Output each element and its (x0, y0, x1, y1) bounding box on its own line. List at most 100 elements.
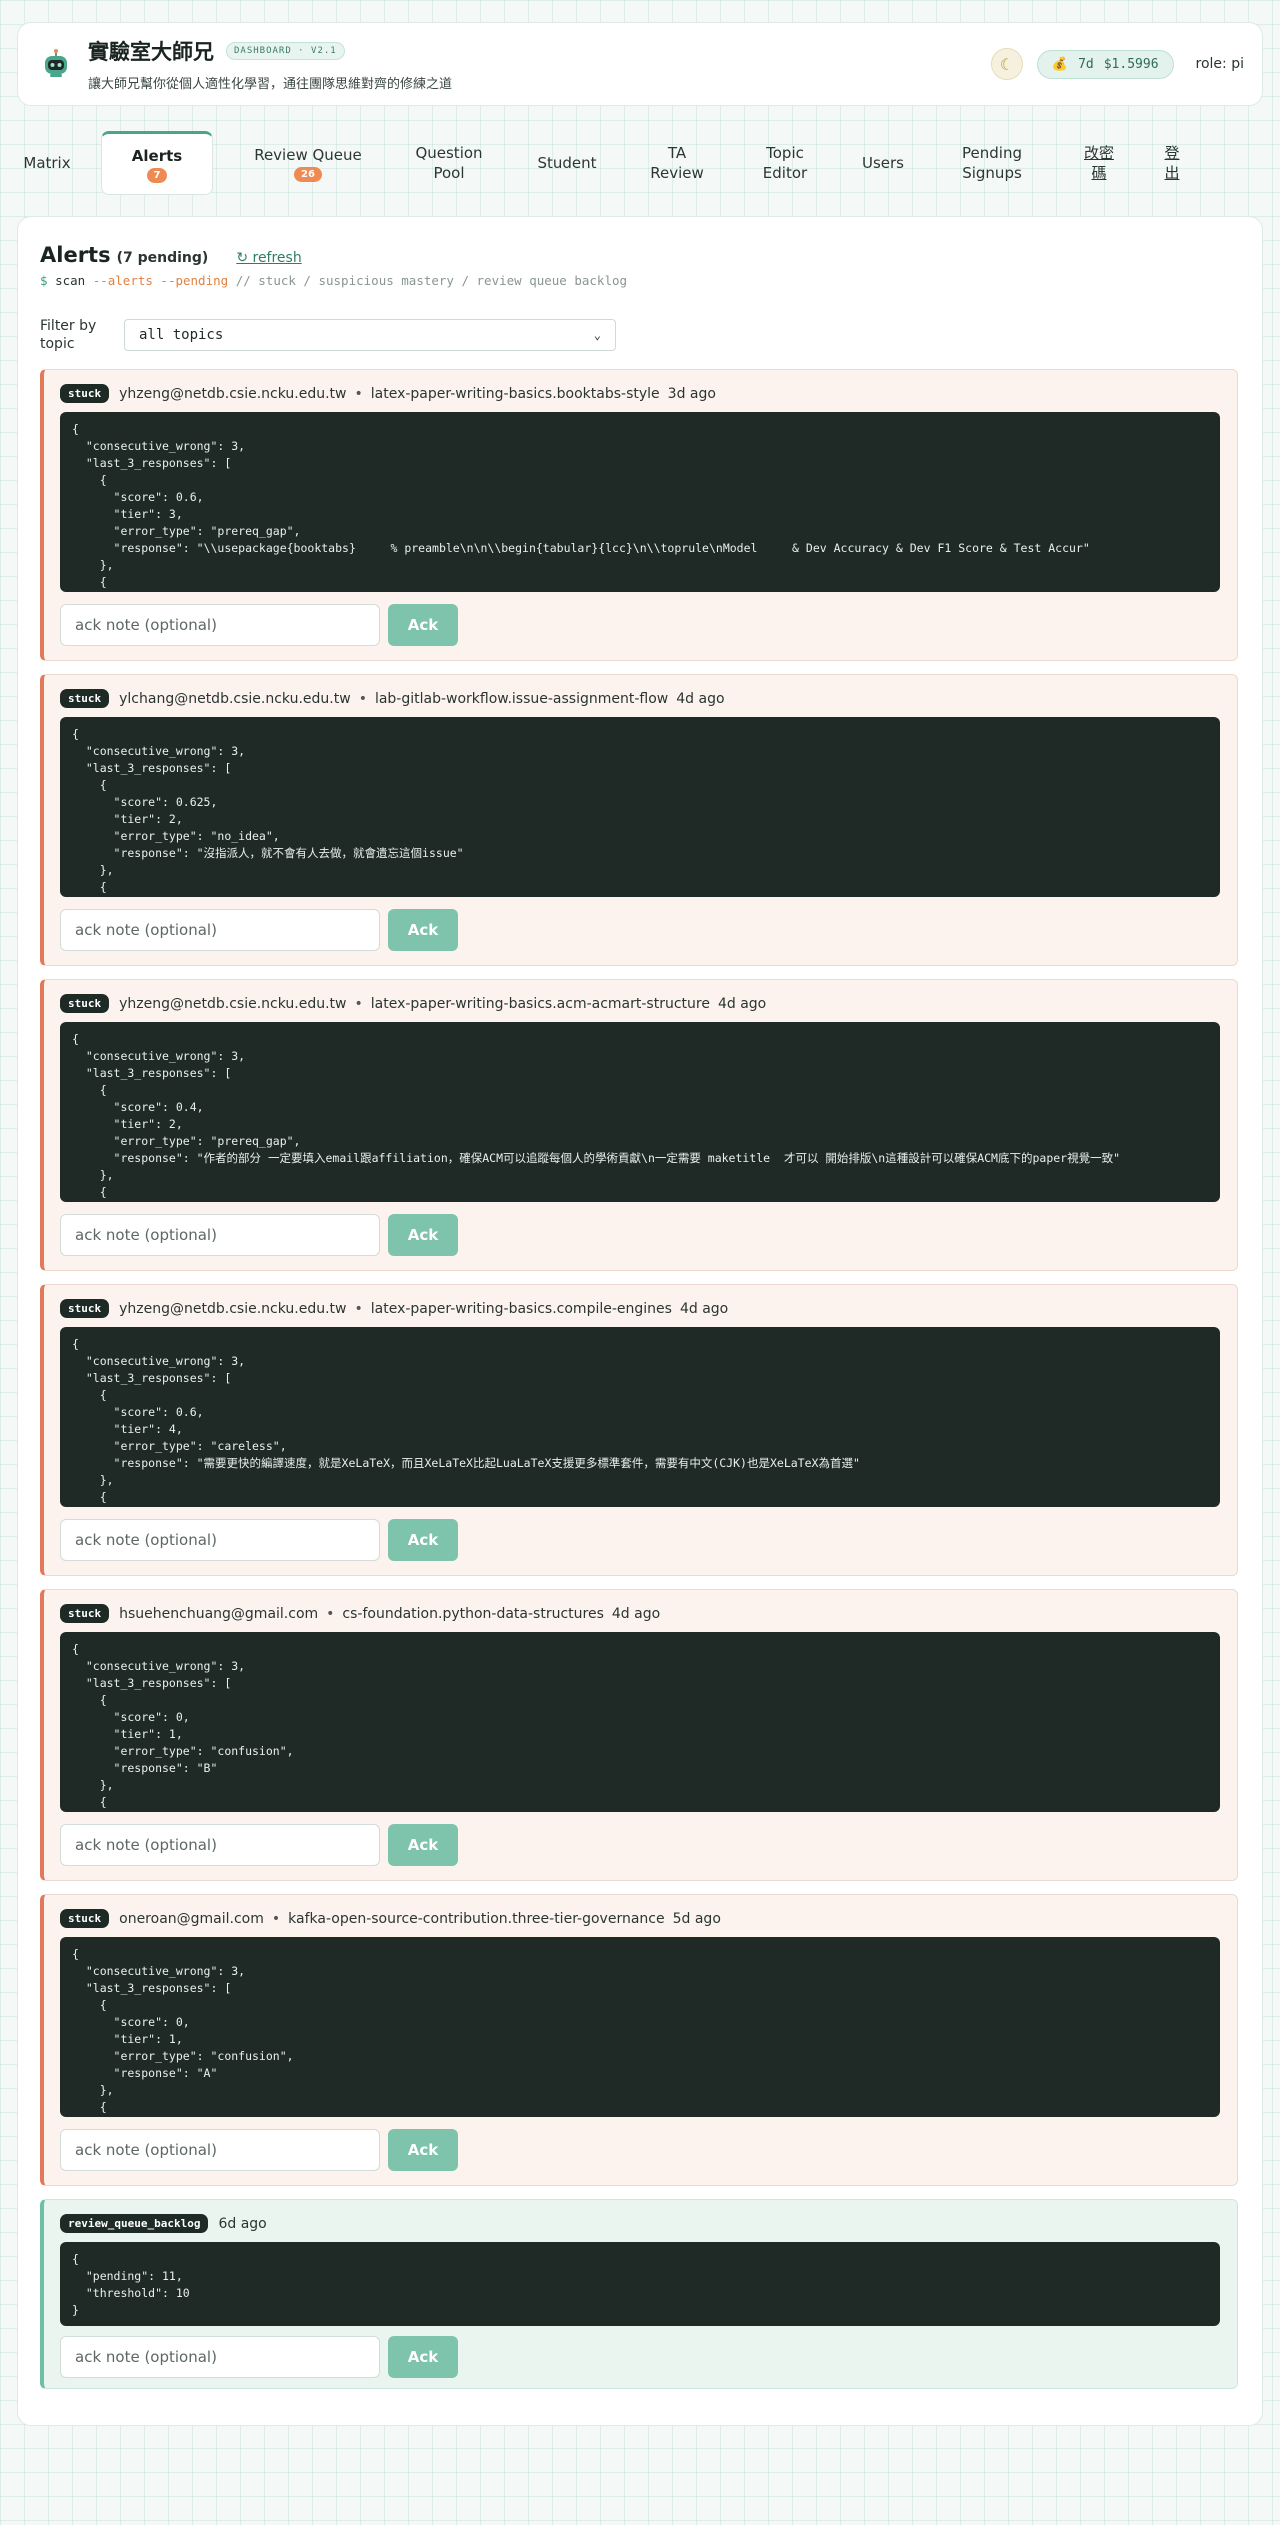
logout-link[interactable]: 登 出 (1157, 143, 1187, 183)
money-bag-icon: 💰 (1051, 56, 1069, 72)
alert-topic: latex-paper-writing-basics.booktabs-styl… (370, 385, 660, 402)
refresh-link[interactable]: ↻ refresh (236, 250, 301, 266)
alert-payload-code[interactable]: { "consecutive_wrong": 3, "last_3_respon… (60, 412, 1220, 592)
alert-time: 3d ago (667, 385, 716, 402)
alert-type-tag: stuck (60, 689, 110, 708)
alert-card: stuck ylchang@netdb.csie.ncku.edu.tw • lab-… (40, 674, 1238, 966)
ack-button[interactable]: Ack (388, 604, 458, 646)
tab-matrix[interactable]: Matrix (17, 153, 77, 173)
alerts-panel: Alerts (7 pending) ↻ refresh $ scan --al… (17, 216, 1263, 2426)
alert-user: yhzeng@netdb.csie.ncku.edu.tw (119, 995, 347, 1012)
command-line: $ scan --alerts --pending // stuck / sus… (40, 273, 628, 288)
ack-button[interactable]: Ack (388, 909, 458, 951)
budget-pill: 💰 7d $1.5996 (1036, 49, 1174, 79)
alert-topic: kafka-open-source-contribution.three-tie… (288, 1910, 665, 1927)
ack-note-input[interactable] (60, 2129, 380, 2171)
separator-dot: • (326, 1605, 335, 1622)
alert-time: 6d ago (218, 2215, 267, 2232)
separator-dot: • (358, 690, 367, 707)
version-badge: DASHBOARD · V2.1 (226, 42, 345, 60)
page-title: Alerts (40, 243, 111, 267)
tab-student[interactable]: Student (517, 153, 617, 173)
alert-meta: stuck ylchang@netdb.csie.ncku.edu.tw • lab-… (60, 689, 725, 708)
separator-dot: • (354, 995, 363, 1012)
ack-note-input[interactable] (60, 1519, 380, 1561)
change-password-link[interactable]: 改密 碼 (1079, 143, 1119, 183)
app-header: 實驗室大師兄 DASHBOARD · V2.1 讓大師兄幫你從個人適性化學習，通… (17, 22, 1263, 106)
alert-card: stuck hsuehenchuang@gmail.com • cs-foundati… (40, 1589, 1238, 1881)
robot-logo-icon (45, 49, 67, 77)
alert-topic: lab-gitlab-workflow.issue-assignment-flo… (374, 690, 669, 707)
alert-payload-code[interactable]: { "consecutive_wrong": 3, "last_3_respon… (60, 1937, 1220, 2117)
alert-type-tag: stuck (60, 384, 110, 403)
alert-card: stuck yhzeng@netdb.csie.ncku.edu.tw • latex… (40, 1284, 1238, 1576)
ack-button[interactable]: Ack (388, 1824, 458, 1866)
topic-filter-value: all topics (139, 327, 224, 343)
ack-note-input[interactable] (60, 1214, 380, 1256)
budget-period: 7d (1078, 56, 1094, 72)
alert-time: 4d ago (679, 1300, 729, 1317)
chevron-down-icon: ⌄ (593, 328, 601, 342)
alert-type-tag: stuck (60, 1604, 110, 1623)
ack-button[interactable]: Ack (388, 2336, 458, 2378)
alert-card: stuck yhzeng@netdb.csie.ncku.edu.tw • latex… (40, 369, 1238, 661)
tab-alerts[interactable]: Alerts 7 (101, 131, 213, 195)
alert-type-tag: review_queue_backlog (60, 2214, 209, 2233)
alert-payload-code[interactable]: { "consecutive_wrong": 3, "last_3_respon… (60, 717, 1220, 897)
tab-topic-editor[interactable]: Topic Editor (745, 143, 825, 183)
alert-meta: stuck oneroan@gmail.com • kafka-open-source… (60, 1909, 721, 1928)
ack-note-input[interactable] (60, 2336, 380, 2378)
alert-meta: stuck yhzeng@netdb.csie.ncku.edu.tw • latex… (60, 384, 716, 403)
title-block: 實驗室大師兄 DASHBOARD · V2.1 讓大師兄幫你從個人適性化學習，通… (88, 36, 991, 92)
role-label: role: pi (1195, 56, 1244, 72)
alert-user: hsuehenchuang@gmail.com (119, 1605, 319, 1622)
alert-payload-code[interactable]: { "consecutive_wrong": 3, "last_3_respon… (60, 1632, 1220, 1812)
alert-user: yhzeng@netdb.csie.ncku.edu.tw (119, 385, 347, 402)
ack-button[interactable]: Ack (388, 1519, 458, 1561)
alert-meta: stuck yhzeng@netdb.csie.ncku.edu.tw • latex… (60, 1299, 728, 1318)
alert-type-tag: stuck (60, 1299, 110, 1318)
ack-button[interactable]: Ack (388, 2129, 458, 2171)
main-nav: Matrix Alerts 7 Review Queue 26 Question… (17, 128, 1263, 198)
tab-users[interactable]: Users (853, 153, 913, 173)
alert-payload-code[interactable]: { "consecutive_wrong": 3, "last_3_respon… (60, 1327, 1220, 1507)
alert-card: stuck yhzeng@netdb.csie.ncku.edu.tw • latex… (40, 979, 1238, 1271)
ack-note-input[interactable] (60, 1824, 380, 1866)
ack-note-input[interactable] (60, 909, 380, 951)
app-title: 實驗室大師兄 (88, 40, 214, 64)
tab-ta-review[interactable]: TA Review (647, 143, 707, 183)
alerts-count-badge: 7 (146, 167, 168, 183)
tagline: 讓大師兄幫你從個人適性化學習，通往團隊思維對齊的修練之道 (88, 77, 453, 92)
tab-question-pool[interactable]: Question Pool (397, 143, 501, 183)
alert-topic: cs-foundation.python-data-structures (342, 1605, 604, 1622)
alert-type-tag: stuck (60, 1909, 110, 1928)
budget-amount: $1.5996 (1103, 56, 1159, 72)
alert-time: 4d ago (611, 1605, 661, 1622)
alert-type-tag: stuck (60, 994, 110, 1013)
moon-icon: ☾ (999, 54, 1015, 74)
alert-card: review_queue_backlog 6d ago { "pending": 1… (40, 2199, 1238, 2389)
separator-dot: • (271, 1910, 281, 1927)
review-queue-count-badge: 26 (294, 166, 322, 182)
theme-toggle-button[interactable]: ☾ (990, 48, 1023, 80)
alert-payload-code[interactable]: { "pending": 11, "threshold": 10 } (60, 2242, 1220, 2326)
alert-meta: stuck hsuehenchuang@gmail.com • cs-foundati… (60, 1604, 660, 1623)
alert-user: yhzeng@netdb.csie.ncku.edu.tw (119, 1300, 347, 1317)
alert-meta: review_queue_backlog 6d ago (60, 2214, 267, 2233)
tab-pending-signups[interactable]: Pending Signups (947, 143, 1037, 183)
alert-meta: stuck yhzeng@netdb.csie.ncku.edu.tw • latex… (60, 994, 766, 1013)
separator-dot: • (354, 1300, 363, 1317)
ack-button[interactable]: Ack (388, 1214, 458, 1256)
alert-topic: latex-paper-writing-basics.acm-acmart-st… (370, 995, 710, 1012)
tab-review-queue[interactable]: Review Queue 26 (225, 145, 391, 182)
alert-topic: latex-paper-writing-basics.compile-engin… (370, 1300, 672, 1317)
separator-dot: • (354, 385, 363, 402)
ack-note-input[interactable] (60, 604, 380, 646)
topic-filter-select[interactable]: all topics ⌄ (124, 319, 616, 351)
alert-time: 5d ago (672, 1910, 721, 1927)
alert-time: 4d ago (676, 690, 725, 707)
alert-card: stuck oneroan@gmail.com • kafka-open-source… (40, 1894, 1238, 2186)
alert-payload-code[interactable]: { "consecutive_wrong": 3, "last_3_respon… (60, 1022, 1220, 1202)
pending-count: (7 pending) (116, 250, 209, 266)
filter-label: Filter by topic (40, 318, 97, 352)
